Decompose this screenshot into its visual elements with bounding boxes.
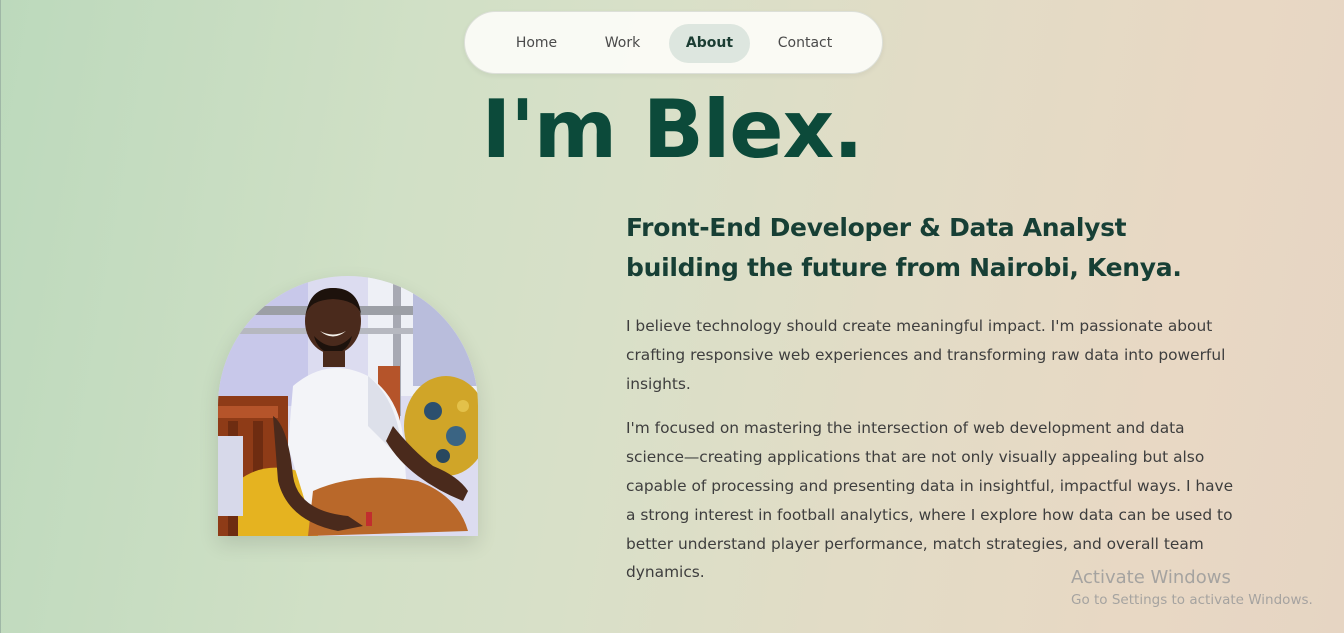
nav-item-home[interactable]: Home	[503, 24, 570, 63]
subtitle-line-1: Front-End Developer & Data Analyst	[626, 213, 1127, 242]
about-content: Front-End Developer & Data Analyst build…	[626, 208, 1246, 587]
watermark-subtitle: Go to Settings to activate Windows.	[1071, 592, 1313, 608]
nav-item-contact[interactable]: Contact	[764, 24, 846, 63]
profile-photo	[218, 276, 478, 536]
subtitle-line-2: building the future from Nairobi, Kenya.	[626, 253, 1182, 282]
hero-title: I'm Blex.	[481, 83, 863, 176]
about-paragraph-2: I'm focused on mastering the intersectio…	[626, 419, 1234, 582]
nav-item-about[interactable]: About	[669, 24, 750, 63]
nav-item-work[interactable]: Work	[591, 24, 654, 63]
activate-windows-watermark: Activate Windows Go to Settings to activ…	[1071, 566, 1313, 610]
about-subtitle: Front-End Developer & Data Analyst build…	[626, 208, 1246, 288]
top-nav: Home Work About Contact	[464, 11, 883, 74]
about-paragraph-1: I believe technology should create meani…	[626, 317, 1226, 393]
watermark-title: Activate Windows	[1071, 567, 1231, 588]
